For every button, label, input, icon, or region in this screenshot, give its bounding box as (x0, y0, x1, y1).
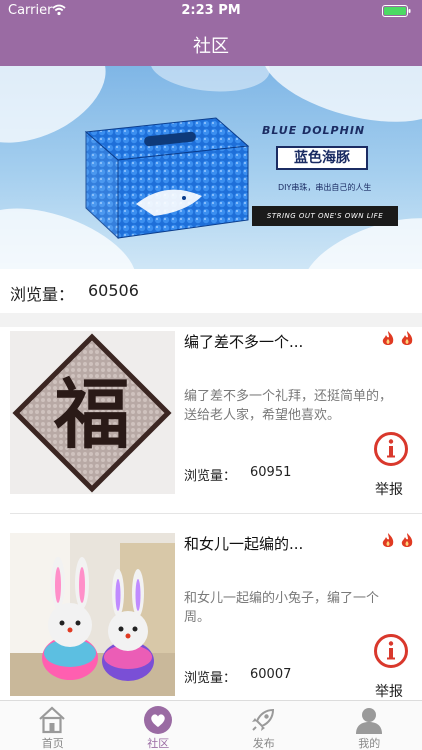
brand-tagline: DIY串珠，串出自己的人生 (278, 183, 372, 192)
status-time: 2:23 PM (181, 3, 241, 18)
tab-community[interactable]: 社区 (106, 701, 212, 750)
tab-label: 社区 (147, 737, 170, 750)
tab-label: 我的 (358, 737, 381, 750)
heart-icon (143, 706, 172, 734)
brand-chinese-name: 蓝色海豚 (276, 146, 368, 170)
post-card[interactable]: 福 编了差不多一个... 编了差不多一个礼拜，还挺简单的，送给老人家，希望他喜欢… (0, 327, 422, 514)
page-title: 社区 (193, 36, 229, 57)
post-views-value: 60007 (250, 667, 292, 682)
person-icon (355, 708, 382, 734)
home-icon (39, 706, 65, 734)
post-views-value: 60951 (250, 465, 292, 480)
post-divider (10, 513, 422, 514)
post-views-label: 浏览量： (184, 469, 237, 484)
hot-fire-icon (382, 533, 413, 547)
battery-icon (382, 5, 411, 17)
thumbnail-character: 福 (53, 370, 130, 459)
rocket-icon (252, 708, 275, 731)
tab-bar: 首页 社区 发布 我的 (0, 700, 422, 750)
views-value: 60506 (88, 281, 139, 300)
tab-publish[interactable]: 发布 (211, 701, 317, 750)
report-button[interactable]: 举报 (375, 479, 403, 499)
post-description: 编了差不多一个礼拜，还挺简单的，送给老人家，希望他喜欢。 (184, 389, 393, 423)
post-title[interactable]: 和女儿一起编的... (184, 533, 303, 554)
tab-home[interactable]: 首页 (0, 701, 106, 750)
brand-slogan: STRING OUT ONE'S OWN LIFE (252, 206, 398, 226)
tissue-box-product (84, 117, 250, 240)
post-description: 和女儿一起编的小兔子，编了一个周。 (184, 591, 380, 625)
post-title[interactable]: 编了差不多一个... (184, 331, 303, 352)
post-thumbnail[interactable] (10, 533, 175, 696)
report-info-icon[interactable] (373, 431, 409, 467)
report-button[interactable]: 举报 (375, 681, 403, 701)
feather-decoration (148, 66, 272, 97)
status-bar: Carrier 2:23 PM (0, 0, 422, 22)
post-thumbnail[interactable]: 福 (10, 331, 175, 494)
community-views-row: 浏览量： 60506 (0, 269, 422, 313)
post-views-label: 浏览量： (184, 671, 237, 686)
navigation-bar: 社区 (0, 22, 422, 66)
report-info-icon[interactable] (373, 633, 409, 669)
section-divider (0, 313, 422, 327)
hot-fire-icon (382, 331, 413, 345)
tab-label: 首页 (41, 737, 64, 750)
brand-english-name: BLUE DOLPHIN (262, 124, 366, 137)
views-label: 浏览量： (10, 285, 75, 304)
tab-label: 发布 (252, 737, 275, 750)
post-card[interactable]: 和女儿一起编的... 和女儿一起编的小兔子，编了一个周。 浏览量： 60007 … (0, 529, 422, 715)
tab-profile[interactable]: 我的 (317, 701, 422, 750)
banner-image[interactable]: BLUE DOLPHIN 蓝色海豚 DIY串珠，串出自己的人生 STRING O… (0, 66, 422, 269)
